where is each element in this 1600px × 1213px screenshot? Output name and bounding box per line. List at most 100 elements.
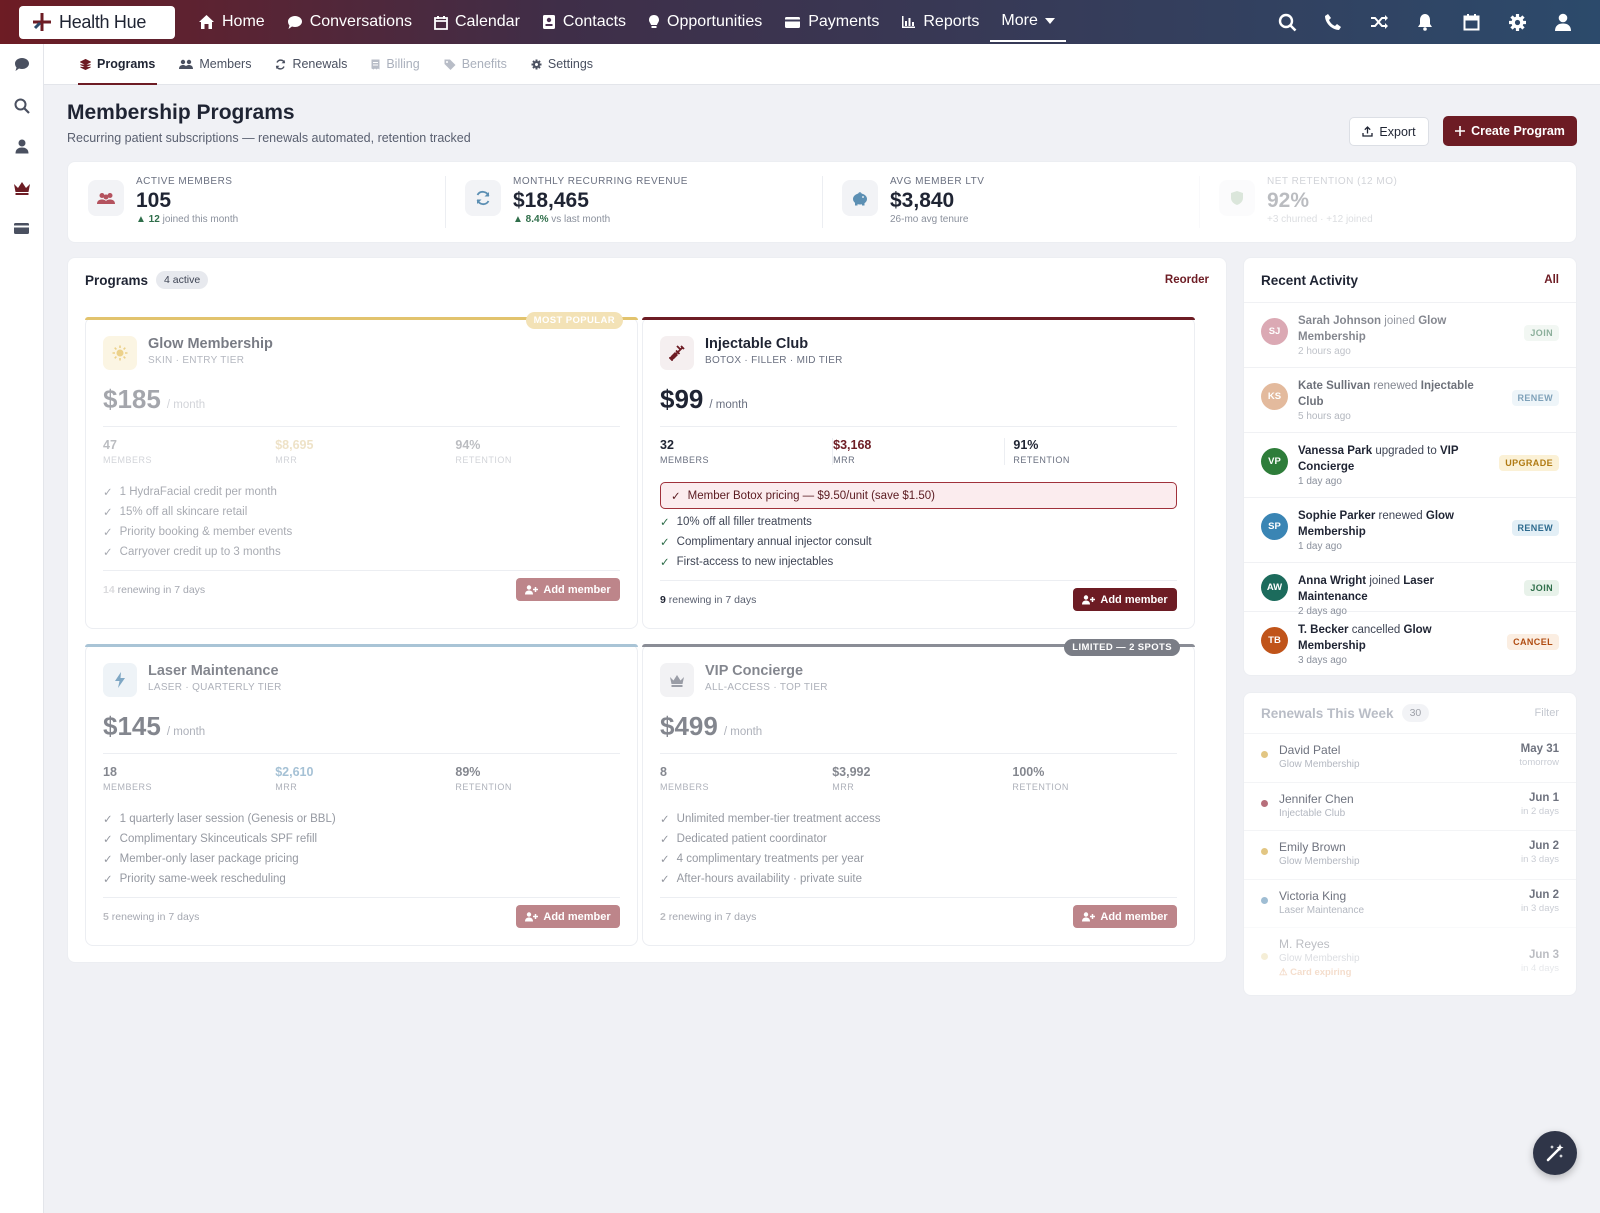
check-icon: ✓ (671, 490, 681, 503)
export-label: Export (1379, 124, 1416, 139)
activity-all-link[interactable]: All (1544, 274, 1559, 286)
renewal-name: Emily Brown (1279, 840, 1346, 854)
renewing-count: 5 (103, 911, 109, 923)
user-plus-icon (1082, 594, 1096, 604)
program-tier: SKIN · ENTRY TIER (148, 355, 245, 366)
add-member-button[interactable]: Add member (516, 905, 620, 928)
renewal-item[interactable]: Emily Brown Glow Membership Jun 2 in 3 day… (1244, 830, 1576, 879)
home-icon (199, 15, 214, 29)
activity-item[interactable]: VP Vanessa Park upgraded to VIP Concierg… (1244, 432, 1576, 497)
feature-text: Dedicated patient coordinator (676, 833, 827, 845)
program-card-injectable[interactable]: Injectable Club BOTOX · FILLER · MID TIE… (642, 317, 1195, 629)
renewal-item[interactable]: M. Reyes Glow Membership ⚠ Card expiring J… (1244, 927, 1576, 989)
nav-more[interactable]: More (990, 2, 1066, 42)
create-program-button[interactable]: Create Program (1443, 116, 1577, 146)
brand-logo[interactable]: Health Hue (19, 5, 175, 39)
feature-text: After-hours availability · private suite (676, 873, 862, 885)
settings-button[interactable] (1494, 0, 1540, 44)
add-member-button[interactable]: Add member (516, 578, 620, 601)
check-icon: ✓ (103, 487, 113, 499)
feature-text: 4 complimentary treatments per year (676, 853, 864, 865)
sidebar-conversations[interactable] (0, 44, 43, 85)
nav-payments[interactable]: Payments (773, 0, 890, 44)
reorder-link[interactable]: Reorder (1165, 274, 1209, 286)
stat-net-retention: Net Retention (12 mo) 92% +3 churned · +… (1199, 162, 1576, 242)
mrr-value: $3,168 (833, 438, 872, 452)
renewal-item[interactable]: Jennifer Chen Injectable Club Jun 1 in 2 d… (1244, 781, 1576, 831)
tab-members-label: Members (199, 57, 252, 71)
nav-reports[interactable]: Reports (890, 0, 990, 44)
members-label: MEMBERS (660, 782, 710, 792)
program-tier: BOTOX · FILLER · MID TIER (705, 355, 843, 366)
users-icon (179, 59, 194, 69)
search-button[interactable] (1264, 0, 1310, 44)
stat-label: Avg Member LTV (890, 176, 985, 187)
program-card-vip[interactable]: LIMITED — 2 SPOTS VIP Concierge ALL-ACCE… (642, 639, 1195, 946)
card-expiring-warning: ⚠ Card expiring (1279, 967, 1352, 978)
tab-renewals[interactable]: Renewals (263, 44, 359, 85)
stat-active-members: Active Members 105 ▲ 12 joined this mont… (68, 162, 445, 242)
phone-icon (1325, 14, 1341, 30)
tab-programs[interactable]: Programs (68, 44, 167, 85)
activity-verb: renewed (1378, 510, 1423, 522)
activity-verb: cancelled (1351, 624, 1401, 636)
program-card-laser[interactable]: Laser Maintenance LASER · QUARTERLY TIER… (85, 644, 638, 946)
add-member-button[interactable]: Add member (1073, 588, 1177, 611)
card-divider (660, 753, 1177, 754)
program-card-glow[interactable]: MOST POPULAR Glow Membership SKIN · ENTR… (85, 312, 638, 629)
feature-item: ✓ Priority same-week rescheduling (103, 869, 620, 889)
syringe-icon (660, 336, 694, 370)
renewals-filter-link[interactable]: Filter (1535, 707, 1559, 719)
activity-item[interactable]: AW Anna Wright joined Laser Maintenance 2… (1244, 562, 1576, 617)
stat-ltv: Avg Member LTV $3,840 26-mo avg tenure (822, 162, 1199, 242)
activity-tag: RENEW (1511, 390, 1559, 406)
renewal-item[interactable]: Victoria King Laser Maintenance Jun 2 in 3… (1244, 878, 1576, 928)
nav-opportunities[interactable]: Opportunities (637, 0, 773, 44)
profile-button[interactable] (1540, 0, 1586, 44)
add-member-label: Add member (543, 910, 611, 923)
activity-item[interactable]: SP Sophie Parker renewed Glow Membership… (1244, 497, 1576, 562)
activity-verb: renewed (1373, 380, 1418, 392)
nav-more-label: More (1001, 12, 1038, 29)
status-dot (1261, 751, 1268, 758)
sidebar-search[interactable] (0, 85, 43, 126)
renewing-text: renewing in 7 days (668, 911, 757, 923)
members-label: MEMBERS (660, 455, 710, 465)
activity-item[interactable]: SJ Sarah Johnson joined Glow Membership 2… (1244, 302, 1576, 367)
activity-verb: joined (1384, 315, 1415, 327)
ai-assistant-button[interactable] (1533, 1131, 1577, 1175)
activity-item[interactable]: KS Kate Sullivan renewed Injectable Club… (1244, 367, 1576, 432)
calendar-button[interactable] (1448, 0, 1494, 44)
nav-home[interactable]: Home (187, 0, 276, 44)
stat-value: 92% (1267, 189, 1310, 212)
add-member-label: Add member (543, 583, 611, 596)
sidebar-payments[interactable] (0, 208, 43, 249)
nav-contacts[interactable]: Contacts (531, 0, 637, 44)
activity-person: Anna Wright (1298, 575, 1367, 587)
retention-label: RETENTION (455, 782, 512, 792)
feature-text: Member Botox pricing — $9.50/unit (save … (687, 489, 936, 502)
members-label: MEMBERS (103, 455, 153, 465)
sidebar-memberships[interactable] (0, 167, 43, 208)
sun-icon (103, 336, 137, 370)
feature-text: 10% off all filler treatments (676, 516, 812, 528)
card-footer-divider (660, 580, 1177, 581)
renewal-item[interactable]: David Patel Glow Membership May 31 tomorro… (1244, 733, 1576, 782)
chat-icon (287, 15, 302, 29)
stat-trend: ▲ 8.4% (513, 214, 549, 225)
notifications-button[interactable] (1402, 0, 1448, 44)
activity-person: Vanessa Park (1298, 445, 1373, 457)
shuffle-button[interactable] (1356, 0, 1402, 44)
renewing-count: 2 (660, 911, 666, 923)
nav-conversations[interactable]: Conversations (276, 0, 423, 44)
tab-members[interactable]: Members (167, 44, 263, 85)
nav-calendar[interactable]: Calendar (423, 0, 531, 44)
tab-benefits[interactable]: Benefits (432, 44, 519, 85)
tab-billing[interactable]: Billing (359, 44, 431, 85)
phone-button[interactable] (1310, 0, 1356, 44)
export-button[interactable]: Export (1349, 117, 1429, 146)
activity-item[interactable]: TB T. Becker cancelled Glow Membership 3 … (1244, 611, 1576, 676)
add-member-button[interactable]: Add member (1073, 905, 1177, 928)
sidebar-contacts[interactable] (0, 126, 43, 167)
tab-settings[interactable]: Settings (519, 44, 605, 85)
